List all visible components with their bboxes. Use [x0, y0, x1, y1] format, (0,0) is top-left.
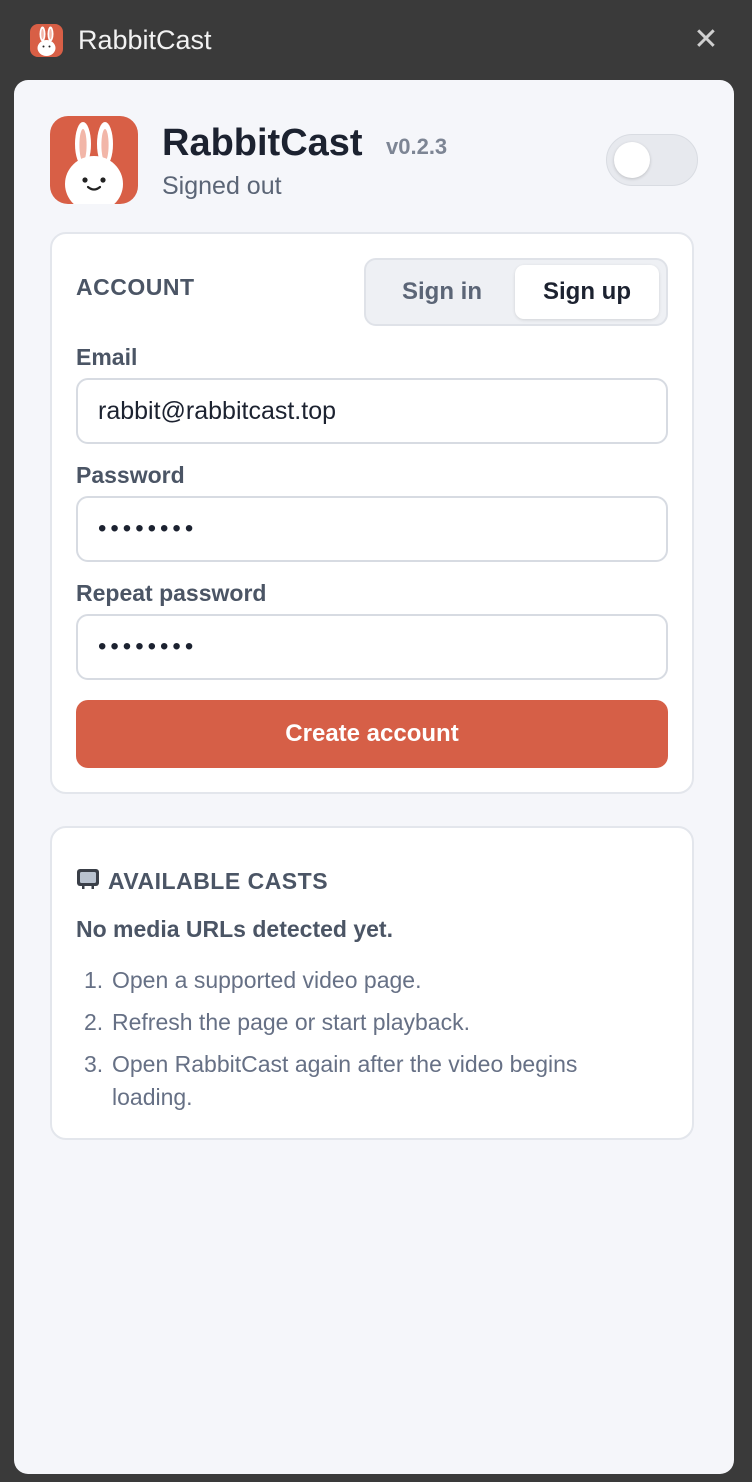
casts-heading: AVAILABLE CASTS	[108, 868, 329, 894]
email-label: Email	[76, 344, 138, 370]
repeat-password-field[interactable]: ••••••••	[76, 614, 668, 680]
available-casts-card: AVAILABLE CASTS No media URLs detected y…	[50, 826, 694, 1140]
rabbit-logo-icon	[30, 24, 63, 57]
app-name: RabbitCast	[162, 122, 363, 164]
step-number: 2.	[84, 1009, 104, 1035]
step-number: 3.	[84, 1051, 104, 1077]
password-label: Password	[76, 462, 185, 488]
account-heading: ACCOUNT	[76, 274, 195, 300]
tab-sign-up[interactable]: Sign up	[515, 265, 659, 319]
repeat-password-label: Repeat password	[76, 580, 267, 606]
toggle-knob	[614, 142, 650, 178]
password-field[interactable]: ••••••••	[76, 496, 668, 562]
list-item: 3. Open RabbitCast again after the video…	[76, 1048, 656, 1114]
popup-panel: RabbitCast v0.2.3 Signed out ACCOUNT Sig…	[14, 80, 734, 1474]
app-version: v0.2.3	[386, 134, 448, 159]
account-card: ACCOUNT Sign in Sign up Email rabbit@rab…	[50, 232, 694, 794]
rabbit-app-icon	[50, 116, 138, 204]
step-number: 1.	[84, 967, 104, 993]
step-text: Open a supported video page.	[112, 967, 422, 993]
step-text: Refresh the page or start playback.	[112, 1009, 470, 1035]
auth-mode-tabs: Sign in Sign up	[364, 258, 668, 326]
list-item: 1. Open a supported video page.	[76, 964, 656, 997]
window-title: RabbitCast	[78, 25, 212, 55]
close-icon[interactable]: ✕	[690, 24, 722, 56]
tv-icon	[76, 868, 100, 890]
enable-toggle[interactable]	[606, 134, 698, 186]
empty-state-title: No media URLs detected yet.	[76, 916, 393, 942]
email-field[interactable]: rabbit@rabbitcast.top	[76, 378, 668, 444]
list-item: 2. Refresh the page or start playback.	[76, 1006, 656, 1039]
step-text: Open RabbitCast again after the video be…	[112, 1051, 578, 1110]
signin-status: Signed out	[162, 172, 282, 200]
create-account-button[interactable]: Create account	[76, 700, 668, 768]
title-bar: RabbitCast ✕	[0, 0, 752, 80]
tab-sign-in[interactable]: Sign in	[371, 265, 513, 319]
help-steps-list: 1. Open a supported video page. 2. Refre…	[76, 964, 656, 1123]
